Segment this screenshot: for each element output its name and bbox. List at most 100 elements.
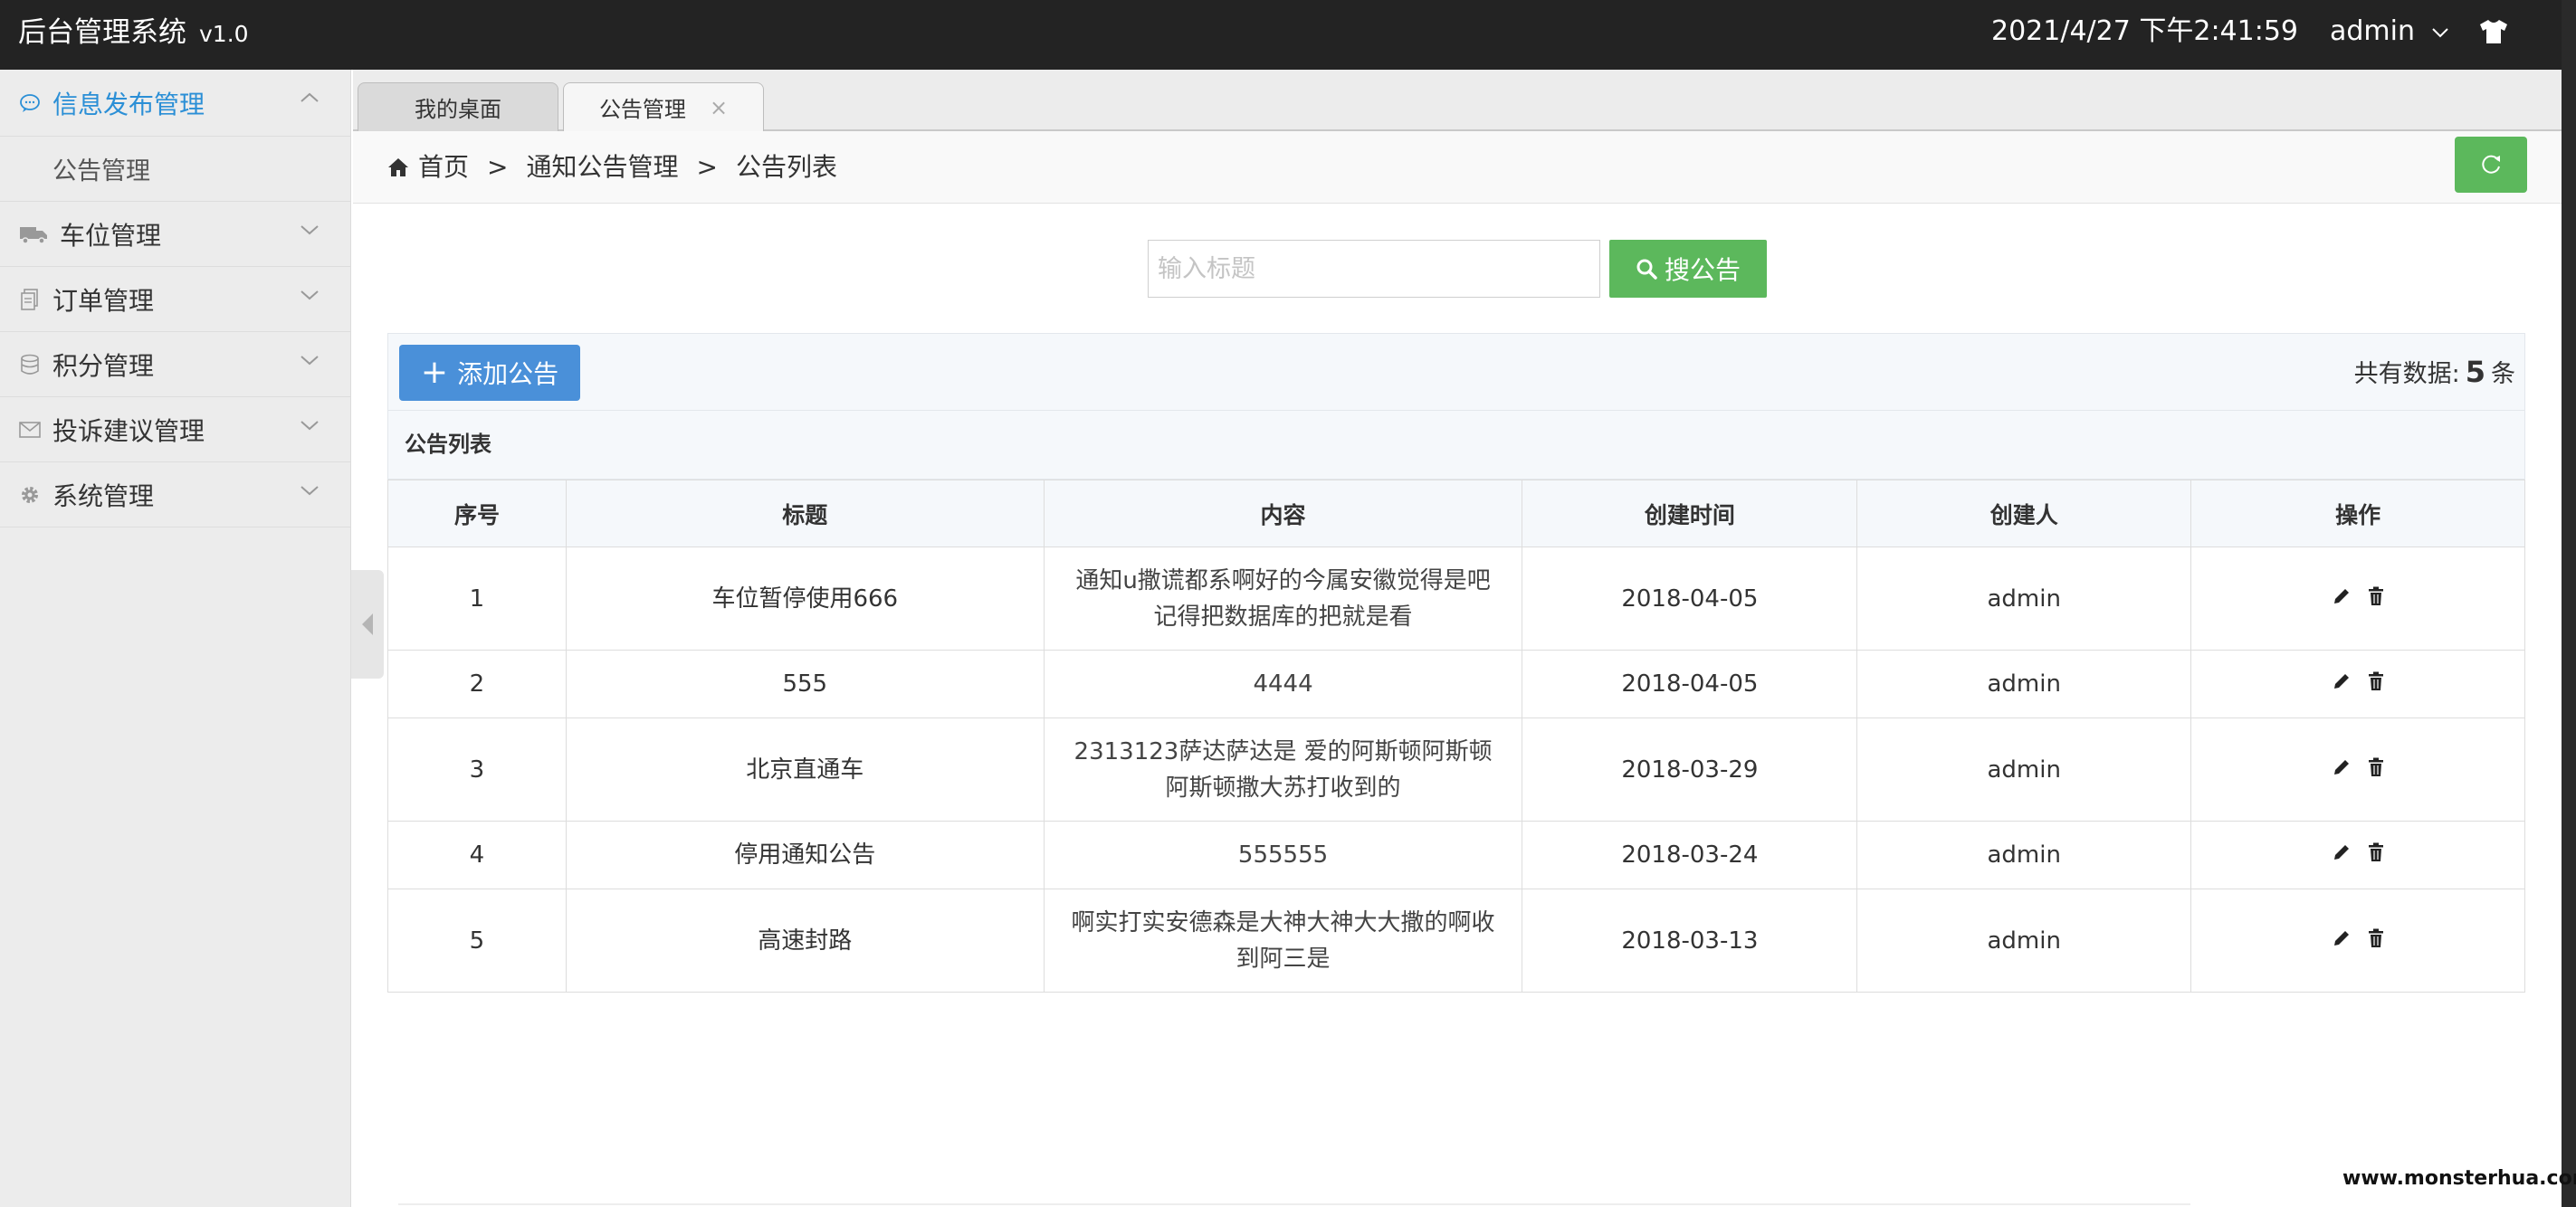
cell-creator: admin [1856,650,2192,718]
breadcrumb-separator: > [696,152,718,182]
list-toolbar: + 添加公告 共有数据: 5 条 [387,333,2525,411]
chevron-down-icon [301,356,319,366]
truck-icon [18,223,49,246]
edit-icon[interactable] [2332,923,2352,959]
tab-notice-management[interactable]: 公告管理 × [563,82,764,131]
cell-title: 停用通知公告 [565,821,1045,889]
username: admin [2330,15,2415,47]
chevron-down-icon [2431,27,2448,37]
add-notice-button[interactable]: + 添加公告 [399,345,580,401]
cell-content: 啊实打实安德森是大神大神大大撒的啊收到阿三是 [1043,889,1523,993]
cell-title: 车位暂停使用666 [565,546,1045,651]
column-header-content: 内容 [1043,480,1523,547]
sidebar-item-label: 投诉建议管理 [52,415,205,446]
count-suffix: 条 [2491,360,2515,388]
refresh-icon [2482,155,2500,174]
sidebar-item-parking[interactable]: 车位管理 [0,202,350,267]
close-icon[interactable]: × [710,95,728,120]
cell-id: 1 [387,546,567,651]
cell-title: 高速封路 [565,889,1045,993]
edit-icon[interactable] [2332,752,2352,788]
delete-icon[interactable] [2368,923,2384,959]
right-edge-strip [2562,0,2576,1207]
edit-icon[interactable] [2332,666,2352,702]
cell-actions [2190,889,2525,993]
breadcrumb-bar: 首页 > 通知公告管理 > 公告列表 [353,131,2562,204]
table-row: 5 高速封路 啊实打实安德森是大神大神大大撒的啊收到阿三是 2018-03-13… [387,889,2525,993]
column-header-creator: 创建人 [1856,480,2192,547]
cell-created: 2018-03-29 [1522,718,1858,822]
table-row: 2 555 4444 2018-04-05 admin [387,650,2525,718]
sidebar-item-label: 系统管理 [52,480,155,511]
breadcrumb: 首页 > 通知公告管理 > 公告列表 [387,131,837,204]
tab-bar: 我的桌面 公告管理 × [353,70,2562,131]
breadcrumb-separator: > [487,152,509,182]
cell-content: 2313123萨达萨达是 爱的阿斯顿阿斯顿阿斯顿撒大苏打收到的 [1043,718,1523,822]
delete-icon[interactable] [2368,666,2384,702]
cell-actions [2190,718,2525,822]
delete-icon[interactable] [2368,837,2384,873]
refresh-button[interactable] [2455,137,2527,193]
cell-id: 5 [387,889,567,993]
notice-table: 序号 标题 内容 创建时间 创建人 操作 1 车位暂停使用666 通知u撒谎都系… [387,480,2525,993]
cell-created: 2018-04-05 [1522,650,1858,718]
sidebar-item-info-publish[interactable]: 信息发布管理 [0,70,350,137]
sidebar-item-label: 信息发布管理 [52,89,205,119]
edit-icon[interactable] [2332,581,2352,617]
chevron-down-icon [301,290,319,300]
home-icon [388,158,408,176]
sidebar-item-points[interactable]: 积分管理 [0,332,350,397]
breadcrumb-notice-management[interactable]: 通知公告管理 [526,131,678,204]
count-value: 5 [2465,355,2485,389]
cell-content: 4444 [1043,650,1523,718]
sidebar-item-label: 车位管理 [60,220,162,251]
tab-label: 公告管理 [598,97,686,122]
delete-icon[interactable] [2368,752,2384,788]
search-icon [1636,259,1657,280]
footer-divider [398,1203,2190,1205]
sidebar: 信息发布管理 公告管理 车位管理 订单管理 积分管理 投诉建议管理 系统管理 [0,70,351,1207]
search-button[interactable]: 搜公告 [1609,240,1767,298]
tab-my-desktop[interactable]: 我的桌面 [358,82,558,131]
plus-icon: + [420,354,449,391]
breadcrumb-home[interactable]: 首页 [418,131,469,204]
tab-label: 我的桌面 [415,97,501,122]
edit-icon[interactable] [2332,837,2352,873]
gear-icon [18,483,42,507]
database-icon [18,353,42,376]
table-caption: 公告列表 [387,411,2525,480]
sidebar-item-label: 积分管理 [52,350,155,381]
delete-icon[interactable] [2368,581,2384,617]
search-input[interactable] [1148,240,1600,298]
cell-title: 北京直通车 [565,718,1045,822]
table-header-row: 序号 标题 内容 创建时间 创建人 操作 [387,480,2525,547]
cell-id: 2 [387,650,567,718]
chevron-up-icon [301,92,319,102]
chevron-down-icon [301,225,319,235]
cell-actions [2190,650,2525,718]
column-header-actions: 操作 [2190,480,2525,547]
cell-actions [2190,546,2525,651]
user-menu[interactable]: admin [2330,0,2449,63]
chat-icon [18,91,42,115]
breadcrumb-notice-list: 公告列表 [735,152,837,182]
sidebar-item-label: 订单管理 [52,285,155,316]
chevron-down-icon [301,486,319,496]
sidebar-item-complaints[interactable]: 投诉建议管理 [0,397,350,462]
cell-created: 2018-04-05 [1522,546,1858,651]
cell-content: 555555 [1043,821,1523,889]
tshirt-icon[interactable] [2478,18,2509,45]
envelope-icon [18,418,42,442]
app-version: v1.0 [199,21,249,47]
table-row: 3 北京直通车 2313123萨达萨达是 爱的阿斯顿阿斯顿阿斯顿撒大苏打收到的 … [387,718,2525,822]
cell-id: 3 [387,718,567,822]
cell-creator: admin [1856,889,2192,993]
app-title: 后台管理系统 v1.0 [18,0,249,67]
triangle-left-icon [362,613,373,635]
sidebar-collapse-handle[interactable] [351,570,384,679]
sidebar-item-system[interactable]: 系统管理 [0,462,350,527]
search-button-label: 搜公告 [1664,255,1741,285]
sidebar-item-orders[interactable]: 订单管理 [0,267,350,332]
count-prefix: 共有数据: [2353,360,2460,388]
sidebar-subitem-notice[interactable]: 公告管理 [0,137,350,202]
